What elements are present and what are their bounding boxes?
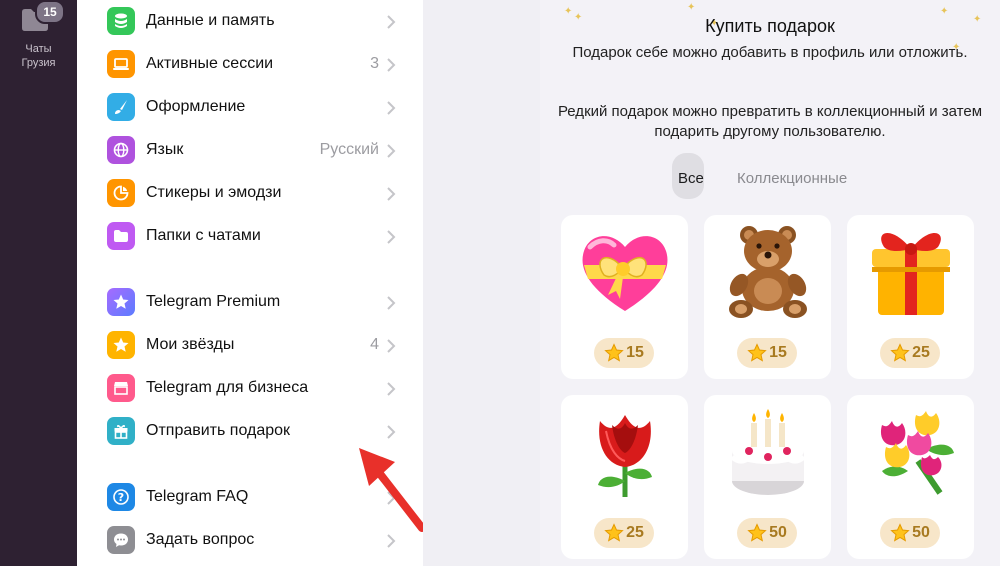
- price-badge[interactable]: 25: [594, 518, 654, 548]
- star-icon: [604, 343, 624, 362]
- price-badge[interactable]: 15: [594, 338, 654, 368]
- settings-item-active-sessions[interactable]: Активные сессии 3: [107, 44, 397, 87]
- shop-icon: [107, 374, 135, 402]
- star-icon: [747, 523, 767, 542]
- tab-all[interactable]: Все: [678, 170, 704, 187]
- gift-icon: [107, 417, 135, 445]
- gift-price: 15: [626, 344, 644, 361]
- settings-item-label: Данные и память: [146, 12, 275, 29]
- gift-price: 25: [626, 524, 644, 541]
- rose-icon: [598, 415, 652, 497]
- tab-collectible[interactable]: Коллекционные: [737, 170, 847, 187]
- chat-bubble-icon: [107, 526, 135, 554]
- gift-card[interactable]: 50: [847, 395, 974, 559]
- gift-box-icon: [872, 232, 950, 315]
- price-badge[interactable]: 15: [737, 338, 797, 368]
- star-icon: [604, 523, 624, 542]
- settings-item-label: Стикеры и эмодзи: [146, 184, 282, 201]
- svg-text:?: ?: [118, 491, 124, 504]
- settings-item-label: Telegram для бизнеса: [146, 379, 309, 396]
- globe-icon: [107, 136, 135, 164]
- chevron-right-icon: [387, 339, 396, 353]
- chevron-right-icon: [387, 230, 396, 244]
- settings-item-premium[interactable]: Telegram Premium: [107, 282, 397, 325]
- gift-price: 25: [912, 344, 930, 361]
- settings-item-language[interactable]: Язык Русский: [107, 130, 397, 173]
- buy-gift-panel: ✦ ✦ ✦ ✦ ✦ ✦ ✦ Купить подарок Подарок себ…: [540, 0, 1000, 566]
- settings-item-value: 4: [370, 336, 379, 353]
- chat-folders-rail: 15 Чаты Грузия: [0, 0, 77, 566]
- gift-price: 15: [769, 344, 787, 361]
- teddy-bear-icon: [729, 226, 807, 318]
- settings-item-appearance[interactable]: Оформление: [107, 87, 397, 130]
- sparkle-icon: ✦: [687, 2, 696, 13]
- chevron-right-icon: [387, 101, 396, 115]
- chevron-right-icon: [387, 144, 396, 158]
- gift-card[interactable]: 15: [561, 215, 688, 379]
- heart-gift-icon: [582, 236, 668, 311]
- premium-star-icon: [107, 288, 135, 316]
- chevron-right-icon: [387, 382, 396, 396]
- settings-item-chat-folders[interactable]: Папки с чатами: [107, 216, 397, 259]
- settings-item-label: Telegram Premium: [146, 293, 281, 310]
- settings-item-label: Оформление: [146, 98, 246, 115]
- gift-card[interactable]: 25: [847, 215, 974, 379]
- settings-item-stickers[interactable]: Стикеры и эмодзи: [107, 173, 397, 216]
- settings-item-label: Активные сессии: [146, 55, 274, 72]
- settings-item-data-storage[interactable]: Данные и память: [107, 1, 397, 44]
- laptop-icon: [107, 50, 135, 78]
- chevron-right-icon: [387, 187, 396, 201]
- price-badge[interactable]: 50: [880, 518, 940, 548]
- sticker-icon: [107, 179, 135, 207]
- birthday-cake-icon: [730, 409, 806, 495]
- settings-item-label: Отправить подарок: [146, 422, 291, 439]
- gift-panel-title: Купить подарок: [705, 16, 835, 36]
- settings-item-business[interactable]: Telegram для бизнеса: [107, 368, 397, 411]
- chevron-right-icon: [387, 15, 396, 29]
- settings-item-label: Папки с чатами: [146, 227, 261, 244]
- settings-list: Данные и память Активные сессии 3 Оформл…: [77, 0, 426, 566]
- brush-icon: [107, 93, 135, 121]
- folder-label[interactable]: Чаты: [0, 43, 77, 55]
- question-icon: ?: [107, 483, 135, 511]
- gift-panel-description-rare: Редкий подарок можно превратить в коллек…: [557, 103, 983, 140]
- settings-item-label: Язык: [146, 141, 184, 158]
- folder-label-sub[interactable]: Грузия: [0, 57, 77, 69]
- settings-item-value: 3: [370, 55, 379, 72]
- chevron-right-icon: [387, 58, 396, 72]
- star-icon: [890, 343, 910, 362]
- settings-item-label: Задать вопрос: [146, 531, 255, 548]
- settings-item-label: Telegram FAQ: [146, 488, 249, 505]
- settings-item-my-stars[interactable]: Мои звёзды 4: [107, 325, 397, 368]
- star-icon: [747, 343, 767, 362]
- gift-card[interactable]: 15: [704, 215, 831, 379]
- bouquet-icon: [880, 411, 954, 495]
- folder-icon: [107, 222, 135, 250]
- price-badge[interactable]: 50: [737, 518, 797, 548]
- star-icon: [890, 523, 910, 542]
- panel-divider-area: [423, 0, 540, 566]
- unread-badge: 15: [35, 0, 65, 24]
- chevron-right-icon: [387, 425, 396, 439]
- gift-card[interactable]: 25: [561, 395, 688, 559]
- gift-card[interactable]: 50: [704, 395, 831, 559]
- settings-item-label: Мои звёзды: [146, 336, 235, 353]
- gift-panel-description: Подарок себе можно добавить в профиль ил…: [572, 44, 968, 61]
- star-icon: [107, 331, 135, 359]
- database-icon: [107, 7, 135, 35]
- settings-item-value: Русский: [319, 141, 379, 158]
- gift-price: 50: [769, 524, 787, 541]
- chevron-right-icon: [387, 296, 396, 310]
- gift-price: 50: [912, 524, 930, 541]
- price-badge[interactable]: 25: [880, 338, 940, 368]
